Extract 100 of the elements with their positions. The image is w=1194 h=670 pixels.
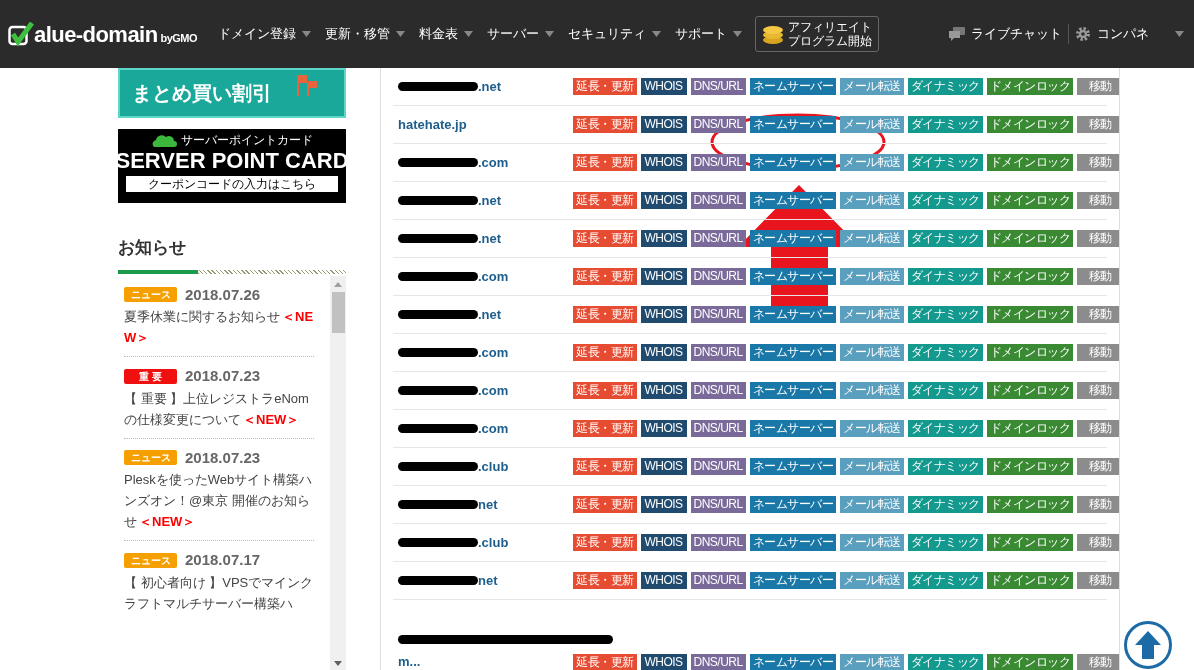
action-button[interactable]: メール転送 bbox=[840, 230, 904, 247]
action-button[interactable]: メール転送 bbox=[840, 654, 904, 670]
action-button[interactable]: ネームサーバー bbox=[749, 154, 837, 171]
action-button[interactable]: 移動 bbox=[1077, 116, 1119, 133]
action-button[interactable]: ダイナミック bbox=[907, 78, 983, 95]
news-title[interactable]: 夏季休業に関するお知らせ＜NEW＞ bbox=[124, 306, 314, 348]
action-button[interactable]: メール転送 bbox=[840, 534, 904, 551]
scroll-down-icon[interactable] bbox=[334, 661, 342, 666]
action-button[interactable]: WHOIS bbox=[640, 654, 687, 670]
action-button[interactable]: 移動 bbox=[1077, 420, 1119, 437]
nav-menu-item[interactable]: 更新・移管 bbox=[317, 24, 412, 44]
action-button[interactable]: WHOIS bbox=[640, 154, 687, 171]
action-button[interactable]: 延長・更新 bbox=[573, 654, 637, 670]
action-button[interactable]: 移動 bbox=[1077, 496, 1119, 513]
server-point-card-banner[interactable]: サーバーポイントカード SERVER POINT CARD クーポンコードの入力はこちら bbox=[118, 129, 346, 203]
action-button[interactable]: DNS/URL bbox=[690, 458, 746, 475]
action-button[interactable]: ダイナミック bbox=[907, 458, 983, 475]
action-button[interactable]: ネームサーバー bbox=[749, 496, 837, 513]
action-button[interactable]: ダイナミック bbox=[907, 268, 983, 285]
action-button[interactable]: 延長・更新 bbox=[573, 306, 637, 323]
action-button[interactable]: 延長・更新 bbox=[573, 382, 637, 399]
news-title[interactable]: Pleskを使ったWebサイト構築ハンズオン！@東京 開催のお知らせ＜NEW＞ bbox=[124, 469, 314, 532]
affiliate-button[interactable]: アフィリエイト プログラム開始 bbox=[754, 16, 879, 52]
discount-banner[interactable]: まとめ買い割引 bbox=[118, 68, 346, 118]
action-button[interactable]: ネームサーバー bbox=[749, 572, 837, 589]
action-button[interactable]: ダイナミック bbox=[907, 420, 983, 437]
action-button[interactable]: 延長・更新 bbox=[573, 534, 637, 551]
action-button[interactable]: ネームサーバー bbox=[749, 654, 837, 670]
nav-menu-item[interactable]: サーバー bbox=[479, 24, 561, 44]
action-button[interactable]: 延長・更新 bbox=[573, 458, 637, 475]
action-button[interactable]: WHOIS bbox=[640, 192, 687, 209]
action-button[interactable]: ダイナミック bbox=[907, 344, 983, 361]
action-button[interactable]: DNS/URL bbox=[690, 230, 746, 247]
action-button[interactable]: ダイナミック bbox=[907, 192, 983, 209]
domain-link[interactable]: hatehate.jp bbox=[398, 114, 467, 135]
action-button[interactable]: 延長・更新 bbox=[573, 116, 637, 133]
nav-menu-item[interactable]: 料金表 bbox=[411, 24, 480, 44]
action-button[interactable]: 移動 bbox=[1077, 344, 1119, 361]
action-button[interactable]: 延長・更新 bbox=[573, 154, 637, 171]
action-button[interactable]: 移動 bbox=[1077, 268, 1119, 285]
scroll-up-icon[interactable] bbox=[334, 281, 342, 287]
action-button[interactable]: メール転送 bbox=[840, 268, 904, 285]
action-button[interactable]: ダイナミック bbox=[907, 572, 983, 589]
action-button[interactable]: ネームサーバー bbox=[749, 534, 837, 551]
control-panel-link[interactable]: コンパネ bbox=[1069, 24, 1194, 44]
action-button[interactable]: ドメインロック bbox=[986, 78, 1074, 95]
action-button[interactable]: ネームサーバー bbox=[749, 344, 837, 361]
action-button[interactable]: WHOIS bbox=[640, 420, 687, 437]
action-button[interactable]: ダイナミック bbox=[907, 230, 983, 247]
action-button[interactable]: 移動 bbox=[1077, 382, 1119, 399]
domain-link[interactable]: .net bbox=[478, 190, 502, 211]
action-button[interactable]: WHOIS bbox=[640, 268, 687, 285]
action-button[interactable]: ドメインロック bbox=[986, 306, 1074, 323]
action-button[interactable]: 移動 bbox=[1077, 154, 1119, 171]
news-title[interactable]: 【 重要 】上位レジストラeNomの仕様変更について＜NEW＞ bbox=[124, 387, 314, 430]
action-button[interactable]: ネームサーバー bbox=[749, 78, 837, 95]
action-button[interactable]: メール転送 bbox=[840, 344, 904, 361]
action-button[interactable]: DNS/URL bbox=[690, 344, 746, 361]
action-button[interactable]: メール転送 bbox=[840, 458, 904, 475]
action-button[interactable]: メール転送 bbox=[840, 192, 904, 209]
action-button[interactable]: 延長・更新 bbox=[573, 344, 637, 361]
action-button[interactable]: メール転送 bbox=[840, 116, 904, 133]
domain-link[interactable]: .com bbox=[478, 380, 509, 401]
action-button[interactable]: メール転送 bbox=[840, 154, 904, 171]
action-button[interactable]: WHOIS bbox=[640, 230, 687, 247]
action-button[interactable]: ネームサーバー bbox=[749, 192, 837, 209]
action-button[interactable]: WHOIS bbox=[640, 344, 687, 361]
domain-link[interactable]: .net bbox=[478, 228, 502, 249]
action-button[interactable]: ドメインロック bbox=[986, 382, 1074, 399]
action-button[interactable]: DNS/URL bbox=[690, 78, 746, 95]
domain-link[interactable]: .com bbox=[478, 418, 509, 439]
action-button[interactable]: ドメインロック bbox=[986, 420, 1074, 437]
action-button[interactable]: DNS/URL bbox=[690, 420, 746, 437]
logo[interactable]: alue-domain byGMO bbox=[8, 22, 197, 46]
action-button[interactable]: WHOIS bbox=[640, 534, 687, 551]
scroll-top-button[interactable] bbox=[1124, 621, 1172, 669]
action-button[interactable]: ネームサーバー bbox=[749, 458, 837, 475]
action-button[interactable]: 延長・更新 bbox=[573, 496, 637, 513]
action-button[interactable]: ドメインロック bbox=[986, 154, 1074, 171]
action-button[interactable]: DNS/URL bbox=[690, 116, 746, 133]
action-button[interactable]: ダイナミック bbox=[907, 116, 983, 133]
action-button[interactable]: ネームサーバー bbox=[749, 382, 837, 399]
action-button[interactable]: DNS/URL bbox=[690, 572, 746, 589]
action-button[interactable]: ネームサーバー bbox=[749, 306, 837, 323]
scrollbar[interactable] bbox=[330, 275, 346, 670]
action-button[interactable]: WHOIS bbox=[640, 306, 687, 323]
action-button[interactable]: ドメインロック bbox=[986, 496, 1074, 513]
action-button[interactable]: ドメインロック bbox=[986, 116, 1074, 133]
action-button[interactable]: ドメインロック bbox=[986, 192, 1074, 209]
action-button[interactable]: ドメインロック bbox=[986, 534, 1074, 551]
action-button[interactable]: メール転送 bbox=[840, 420, 904, 437]
action-button[interactable]: DNS/URL bbox=[690, 268, 746, 285]
domain-link[interactable]: .net bbox=[478, 304, 502, 325]
action-button[interactable]: ドメインロック bbox=[986, 268, 1074, 285]
action-button[interactable]: ドメインロック bbox=[986, 572, 1074, 589]
action-button[interactable]: 延長・更新 bbox=[573, 268, 637, 285]
action-button[interactable]: 移動 bbox=[1077, 306, 1119, 323]
domain-link[interactable]: .com bbox=[478, 152, 509, 173]
domain-link[interactable]: .com bbox=[478, 266, 509, 287]
domain-link[interactable]: m... bbox=[398, 651, 421, 670]
